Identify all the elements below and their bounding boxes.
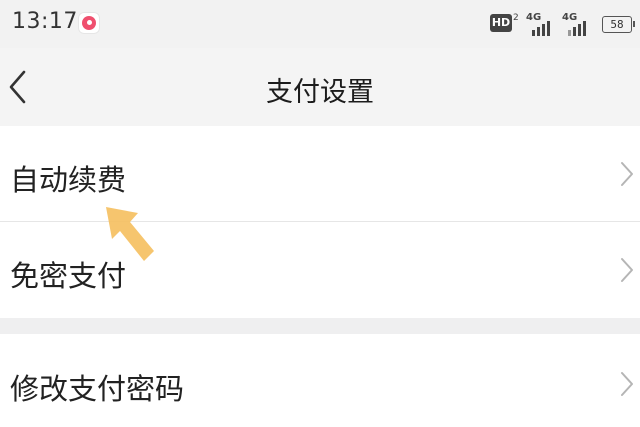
chevron-right-icon — [621, 372, 633, 396]
network-type-label-2: 4G — [562, 12, 578, 23]
settings-item-label: 自动续费 — [10, 163, 127, 197]
settings-item-password-free-pay[interactable]: 免密支付 — [0, 222, 640, 318]
settings-item-auto-renew[interactable]: 自动续费 — [0, 126, 640, 222]
status-bar: 13:17 HD 2 4G 4G 58 — [0, 0, 640, 48]
system-icons: HD 2 4G 4G 58 — [472, 10, 635, 38]
battery-icon: 58 — [602, 16, 635, 33]
status-time: 13:17 — [12, 9, 78, 34]
page-title: 支付设置 — [266, 77, 374, 108]
chevron-right-icon — [621, 162, 633, 186]
network-type-label: 4G — [526, 12, 542, 23]
navigation-bar: 支付设置 — [0, 48, 640, 126]
hd-label: HD — [490, 14, 512, 32]
settings-item-change-pay-password[interactable]: 修改支付密码 — [0, 334, 640, 427]
signal-icon: 4G — [526, 12, 566, 36]
settings-group-1: 自动续费 免密支付 — [0, 126, 640, 318]
settings-item-label: 修改支付密码 — [10, 372, 185, 406]
settings-group-2: 修改支付密码 — [0, 334, 640, 427]
signal-icon-2: 4G — [562, 12, 602, 36]
app-notification-icon — [78, 12, 100, 34]
hd-sub-label: 2 — [513, 13, 519, 23]
hd-voice-icon: HD 2 — [490, 14, 520, 32]
chevron-right-icon — [621, 258, 633, 282]
pointer-arrow-icon — [106, 207, 154, 261]
